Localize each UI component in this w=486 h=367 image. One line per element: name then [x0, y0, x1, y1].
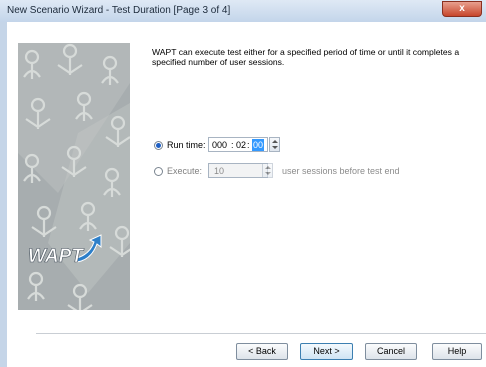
cancel-button[interactable]: Cancel — [365, 343, 417, 360]
close-button[interactable]: x — [442, 1, 482, 17]
title-bar: New Scenario Wizard - Test Duration [Pag… — [0, 0, 486, 22]
window-title: New Scenario Wizard - Test Duration [Pag… — [7, 5, 231, 16]
run-time-separator-2: : — [247, 140, 250, 150]
execute-sessions-value: 10 — [214, 166, 225, 176]
execute-spinner[interactable] — [262, 163, 273, 178]
run-time-radio[interactable] — [154, 141, 163, 150]
execute-suffix-label: user sessions before test end — [282, 166, 400, 176]
run-time-spinner[interactable] — [269, 137, 280, 152]
wizard-window: New Scenario Wizard - Test Duration [Pag… — [0, 0, 486, 367]
execute-radio[interactable] — [154, 167, 163, 176]
wapt-logo: WAPT — [27, 232, 105, 272]
svg-text:WAPT: WAPT — [28, 246, 84, 267]
back-button[interactable]: < Back — [236, 343, 288, 360]
run-time-minutes[interactable]: 02 — [236, 140, 246, 150]
side-banner: WAPT — [18, 43, 130, 310]
execute-sessions-field[interactable]: 10 — [208, 163, 268, 178]
button-separator — [36, 333, 486, 334]
run-time-seconds[interactable]: 00 — [252, 139, 265, 151]
run-time-separator-1: : — [231, 140, 234, 150]
help-button[interactable]: Help — [432, 343, 482, 360]
execute-label: Execute: — [167, 166, 203, 176]
wizard-body: WAPT WAPT can execute test either for a … — [7, 22, 486, 367]
description-line-1: WAPT can execute test either for a speci… — [152, 47, 460, 57]
next-button[interactable]: Next > — [300, 343, 353, 360]
description-line-2: specified number of user sessions. — [152, 57, 285, 67]
run-time-label: Run time: — [167, 140, 206, 150]
close-icon: x — [459, 3, 465, 14]
run-time-hours[interactable]: 000 — [212, 140, 227, 150]
run-time-field[interactable]: 000 : 02 : 00 — [208, 137, 268, 152]
